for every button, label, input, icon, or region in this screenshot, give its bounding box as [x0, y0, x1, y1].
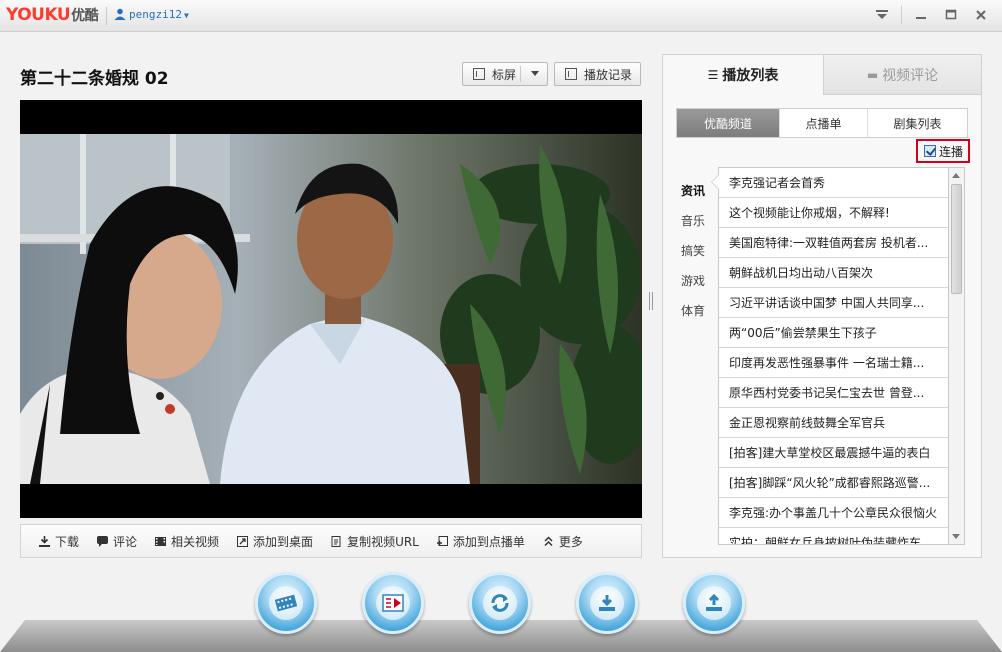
subtab-on-demand[interactable]: 点播单 — [779, 109, 867, 137]
subtab-episode-list[interactable]: 剧集列表 — [867, 109, 967, 137]
list-item[interactable]: 习近平讲话谈中国梦 中国人共同享... — [719, 288, 948, 318]
checkbox-checked-icon — [924, 145, 936, 157]
film-reel-button[interactable] — [255, 572, 317, 634]
screen-icon — [473, 68, 485, 80]
video-frame — [20, 134, 642, 484]
upload-tray-button[interactable] — [683, 572, 745, 634]
list-item[interactable]: 这个视频能让你戒烟，不解释! — [719, 198, 948, 228]
download-label: 下载 — [55, 534, 80, 549]
video-list-icon — [382, 594, 404, 612]
list-item[interactable]: 原华西村党委书记吴仁宝去世 曾登... — [719, 378, 948, 408]
list-item[interactable]: [拍客]脚踩“风火轮”成都睿熙路巡警... — [719, 468, 948, 498]
desktop-icon — [237, 535, 249, 547]
history-icon — [565, 68, 577, 80]
autoplay-checkbox[interactable]: 连播 — [916, 139, 970, 163]
list-item[interactable]: 印度再发恶性强暴事件 一名瑞士籍... — [719, 348, 948, 378]
youku-logo: YOUKU优酷 — [6, 5, 99, 25]
scroll-up-icon[interactable] — [952, 173, 960, 178]
video-list-button[interactable] — [362, 572, 424, 634]
comment-icon — [97, 535, 109, 547]
refresh-button[interactable] — [469, 572, 531, 634]
close-icon[interactable] — [970, 4, 992, 26]
list-scrollbar[interactable] — [949, 167, 965, 545]
copy-url-button[interactable]: 复制视频URL — [331, 533, 419, 550]
logo-brand-text: YOUKU — [6, 5, 71, 25]
video-player[interactable] — [20, 100, 642, 518]
autoplay-label: 连播 — [939, 144, 964, 159]
copy-icon — [331, 535, 341, 547]
scroll-down-icon[interactable] — [952, 534, 960, 539]
category-games[interactable]: 游戏 — [681, 265, 721, 295]
refresh-icon — [491, 594, 509, 612]
more-icon — [544, 535, 553, 546]
screen-mode-label: 标屏 — [492, 67, 517, 82]
list-icon: ☰ — [707, 68, 719, 82]
side-panel: ☰ 播放列表 ▬ 视频评论 优酷频道 点播单 剧集列表 连播 资讯 音乐 搞笑 … — [662, 54, 982, 558]
playlist-add-icon — [436, 535, 448, 546]
more-button[interactable]: 更多 — [543, 533, 583, 550]
user-icon — [114, 8, 126, 20]
list-item[interactable]: 朝鲜战机日均出动八百架次 — [719, 258, 948, 288]
add-to-playlist-label: 添加到点播单 — [452, 534, 525, 549]
film-icon — [155, 536, 167, 546]
upload-tray-icon — [706, 593, 722, 611]
panel-splitter[interactable] — [649, 292, 653, 310]
category-sports[interactable]: 体育 — [681, 295, 721, 325]
category-list: 资讯 音乐 搞笑 游戏 体育 — [681, 175, 721, 325]
tab-video-comments[interactable]: ▬ 视频评论 — [823, 55, 981, 95]
more-label: 更多 — [558, 534, 583, 549]
copy-url-label: 复制视频URL — [347, 534, 419, 549]
title-divider — [106, 7, 107, 25]
playlist-subtabs: 优酷频道 点播单 剧集列表 — [676, 108, 968, 138]
scroll-thumb[interactable] — [951, 184, 962, 294]
play-history-button[interactable]: 播放记录 — [554, 62, 641, 86]
list-item[interactable]: 实拍：朝鲜女兵身披树叶伪装藏炸车 — [719, 528, 948, 544]
category-music[interactable]: 音乐 — [681, 205, 721, 235]
comment-button[interactable]: 评论 — [97, 533, 137, 550]
maximize-icon[interactable] — [940, 4, 962, 26]
title-bar: YOUKU优酷 pengzi12 ▼ — [0, 0, 1002, 32]
list-item[interactable]: [拍客]建大草堂校区最震撼牛逼的表白 — [719, 438, 948, 468]
tab-playlist-label: 播放列表 — [722, 68, 779, 84]
comment-icon: ▬ — [866, 67, 879, 82]
related-videos-label: 相关视频 — [171, 534, 220, 549]
comment-label: 评论 — [113, 534, 138, 549]
video-title: 第二十二条婚规 02 — [20, 69, 169, 89]
video-list: 李克强记者会首秀 这个视频能让你戒烟，不解释! 美国庖特律:一双鞋值两套房 投机… — [718, 167, 949, 545]
add-to-desktop-label: 添加到桌面 — [253, 534, 314, 549]
film-reel-icon — [275, 594, 297, 612]
download-icon — [39, 535, 50, 547]
menu-icon[interactable] — [871, 4, 893, 26]
add-to-playlist-button[interactable]: 添加到点播单 — [436, 533, 525, 550]
username: pengzi12 — [129, 8, 182, 21]
screen-mode-dropdown[interactable]: 标屏 — [462, 62, 548, 86]
video-toolbar: 下载 评论 相关视频 添加到桌面 复制视频URL 添加到点播单 更多 — [20, 524, 642, 558]
minimize-icon[interactable] — [910, 4, 932, 26]
logo-cn-text: 优酷 — [71, 8, 99, 24]
chevron-down-icon: ▼ — [183, 11, 189, 20]
list-item[interactable]: 美国庖特律:一双鞋值两套房 投机者... — [719, 228, 948, 258]
category-funny[interactable]: 搞笑 — [681, 235, 721, 265]
user-menu[interactable]: pengzi12 ▼ — [114, 8, 189, 21]
subtab-youku-channel[interactable]: 优酷频道 — [677, 109, 779, 137]
list-item[interactable]: 李克强:办个事盖几十个公章民众很恼火 — [719, 498, 948, 528]
download-button[interactable]: 下载 — [39, 533, 79, 550]
download-tray-icon — [599, 595, 615, 611]
tab-playlist[interactable]: ☰ 播放列表 — [663, 55, 823, 95]
tab-video-comments-label: 视频评论 — [882, 67, 939, 84]
chevron-down-icon — [531, 71, 539, 76]
list-item[interactable]: 李克强记者会首秀 — [719, 168, 948, 198]
list-item[interactable]: 金正恩视察前线鼓舞全军官兵 — [719, 408, 948, 438]
category-pointer — [711, 174, 719, 190]
related-videos-button[interactable]: 相关视频 — [155, 533, 219, 550]
list-item[interactable]: 两“00后”偷尝禁果生下孩子 — [719, 318, 948, 348]
play-history-label: 播放记录 — [584, 67, 633, 82]
add-to-desktop-button[interactable]: 添加到桌面 — [237, 533, 313, 550]
download-tray-button[interactable] — [576, 572, 638, 634]
